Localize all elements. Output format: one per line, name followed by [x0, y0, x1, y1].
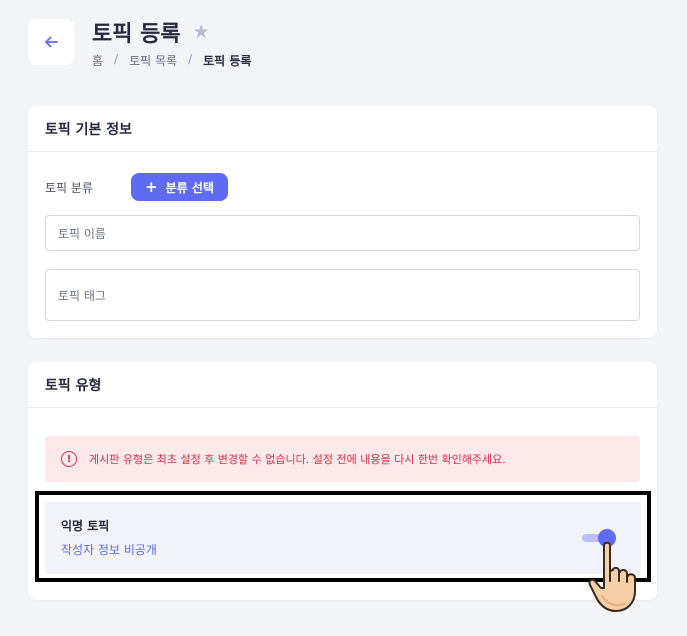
category-label: 토픽 분류: [45, 180, 93, 195]
alert-text: 게시판 유형은 최초 설정 후 변경할 수 없습니다. 설정 전에 내용을 다시…: [89, 453, 506, 466]
topic-name-input[interactable]: 토픽 이름: [45, 215, 640, 251]
breadcrumb-topic-list[interactable]: 토픽 목록: [129, 52, 177, 69]
pointing-hand-icon: [588, 541, 636, 612]
warning-alert: ! 게시판 유형은 최초 설정 후 변경할 수 없습니다. 설정 전에 내용을 …: [45, 436, 640, 482]
page-title-text: 토픽 등록: [92, 22, 181, 47]
breadcrumb-current: 토픽 등록: [203, 54, 252, 68]
back-button[interactable]: [28, 19, 74, 65]
alert-circle-icon: !: [61, 451, 77, 467]
breadcrumb-separator: /: [114, 52, 119, 66]
star-icon[interactable]: ★: [193, 21, 210, 43]
arrow-left-icon: [45, 36, 58, 48]
plus-icon: +: [145, 178, 158, 196]
select-category-label: 분류 선택: [165, 180, 214, 195]
topic-name-placeholder: 토픽 이름: [58, 226, 106, 241]
topic-tag-input[interactable]: 토픽 태그: [45, 269, 640, 321]
basic-info-heading: 토픽 기본 정보: [28, 106, 657, 152]
breadcrumb-home[interactable]: 홈: [92, 52, 103, 69]
highlight-frame: [35, 491, 651, 582]
basic-info-card: 토픽 기본 정보 토픽 분류 + 분류 선택 토픽 이름 토픽 태그: [28, 106, 657, 338]
breadcrumb: 홈 / 토픽 목록 / 토픽 등록: [92, 52, 251, 69]
topic-type-heading: 토픽 유형: [28, 362, 657, 408]
select-category-button[interactable]: + 분류 선택: [131, 173, 228, 201]
page-title: 토픽 등록 ★: [92, 16, 210, 48]
topic-tag-placeholder: 토픽 태그: [58, 288, 106, 303]
breadcrumb-separator: /: [188, 52, 193, 66]
category-row: 토픽 분류 + 분류 선택: [45, 173, 228, 201]
